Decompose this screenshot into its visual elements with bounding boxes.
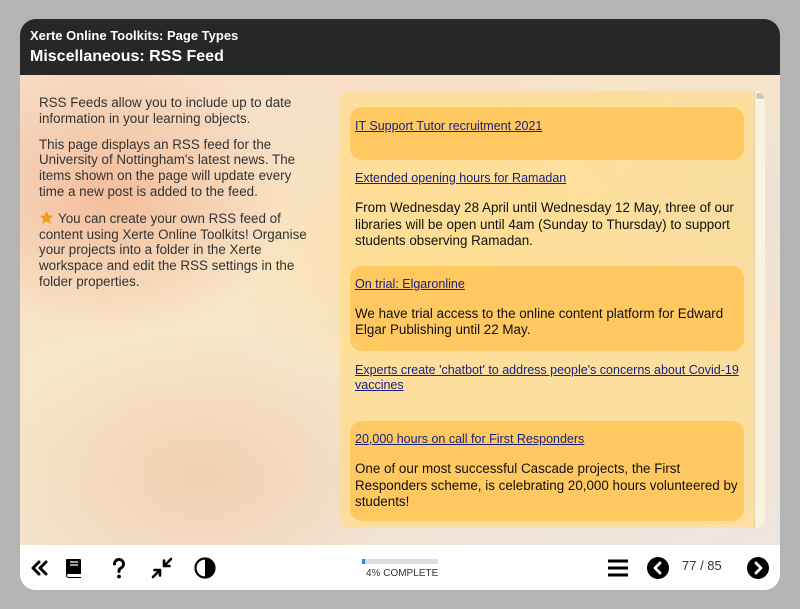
feed-item: On trial: Elgaronline We have trial acce… xyxy=(350,265,744,351)
feed-item-link[interactable]: Extended opening hours for Ramadan xyxy=(355,171,739,186)
page-content: RSS Feeds allow you to include up to dat… xyxy=(20,75,780,545)
intro-tip: You can create your own RSS feed of cont… xyxy=(39,210,319,290)
feed-item-link[interactable]: 20,000 hours on call for First Responder… xyxy=(355,432,739,447)
glossary-book-icon[interactable] xyxy=(62,556,86,580)
feed-item: Experts create 'chatbot' to address peop… xyxy=(350,357,744,415)
feed-item-description: One of our most successful Cascade proje… xyxy=(355,460,738,510)
double-chevron-left-icon[interactable] xyxy=(27,556,51,580)
intro-paragraph: RSS Feeds allow you to include up to dat… xyxy=(39,95,292,126)
footer-toolbar: 4% COMPLETE 77 / 85 xyxy=(20,545,780,590)
rss-feed-panel: IT Support Tutor recruitment 2021 Extend… xyxy=(340,91,765,528)
feed-item: 20,000 hours on call for First Responder… xyxy=(350,420,744,521)
menu-icon[interactable] xyxy=(606,556,630,580)
progress-label: 4% COMPLETE xyxy=(366,568,439,579)
next-icon[interactable] xyxy=(746,556,770,580)
intro-text: RSS Feeds allow you to include up to dat… xyxy=(39,95,319,300)
header-bar: Xerte Online Toolkits: Page Types Miscel… xyxy=(20,19,780,75)
page-counter: 77 / 85 xyxy=(682,558,722,573)
feed-item: Extended opening hours for Ramadan From … xyxy=(350,166,744,260)
feed-item-link[interactable]: On trial: Elgaronline xyxy=(355,277,739,292)
feed-item-link[interactable]: IT Support Tutor recruitment 2021 xyxy=(355,119,739,134)
star-icon xyxy=(39,210,54,225)
minimize-icon[interactable] xyxy=(150,556,174,580)
feed-item-description: From Wednesday 28 April until Wednesday … xyxy=(355,200,734,249)
feed-item-link[interactable]: Experts create 'chatbot' to address peop… xyxy=(355,363,739,393)
progress-fill xyxy=(362,559,366,564)
app-window: Xerte Online Toolkits: Page Types Miscel… xyxy=(20,19,780,590)
progress-indicator: 4% COMPLETE xyxy=(362,559,438,579)
intro-tip-text: You can create your own RSS feed of cont… xyxy=(39,210,307,289)
feed-item: IT Support Tutor recruitment 2021 xyxy=(350,107,744,160)
scroll-thumb[interactable] xyxy=(756,93,764,99)
feed-scrollbar[interactable] xyxy=(754,91,765,528)
rss-feed-list[interactable]: IT Support Tutor recruitment 2021 Extend… xyxy=(350,107,744,527)
app-title: Xerte Online Toolkits: Page Types xyxy=(30,28,239,43)
previous-icon[interactable] xyxy=(646,556,670,580)
help-icon[interactable] xyxy=(107,556,131,580)
contrast-icon[interactable] xyxy=(193,556,217,580)
feed-item-description: We have trial access to the online conte… xyxy=(355,305,724,338)
intro-paragraph: This page displays an RSS feed for the U… xyxy=(39,136,296,199)
progress-bar xyxy=(362,559,438,564)
page-title: Miscellaneous: RSS Feed xyxy=(30,48,224,65)
